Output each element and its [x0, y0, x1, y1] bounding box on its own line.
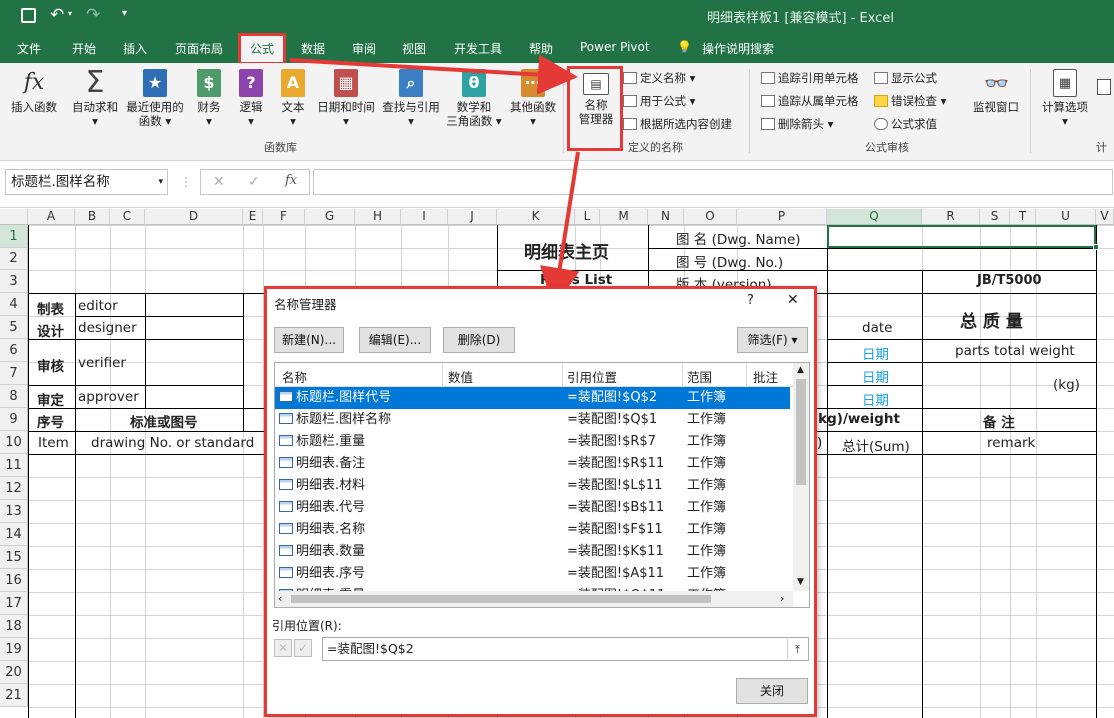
arrow-tab-to-button	[289, 54, 578, 95]
dialog-highlight	[264, 286, 817, 717]
arrow-button-to-dialog	[539, 151, 580, 308]
